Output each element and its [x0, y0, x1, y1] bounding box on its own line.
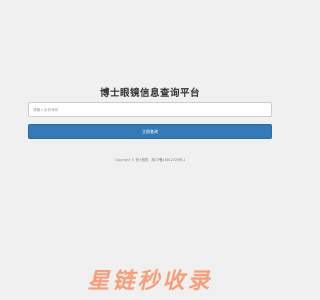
copyright-text: Copyright © 博士眼镜: [114, 158, 149, 162]
phone-search-input[interactable]: [28, 102, 272, 117]
query-button[interactable]: 立即查询: [28, 124, 272, 139]
watermark: 星链秒收录: [87, 269, 213, 294]
footer: Copyright © 博士眼镜 苏ICP备16012725号-1: [0, 157, 300, 162]
icp-link[interactable]: 苏ICP备16012725号-1: [151, 158, 185, 162]
page: 博士眼镜信息查询平台 立即查询 Copyright © 博士眼镜 苏ICP备16…: [0, 0, 300, 300]
page-title: 博士眼镜信息查询平台: [99, 88, 200, 99]
